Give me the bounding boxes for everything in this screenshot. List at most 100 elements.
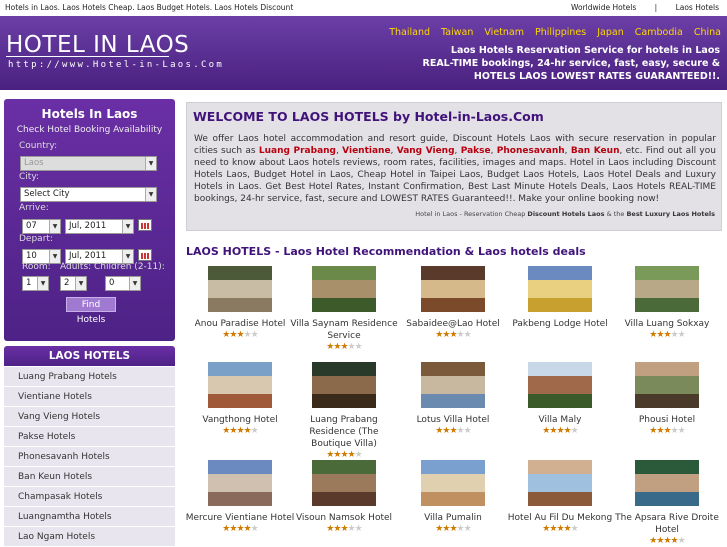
booking-title: Hotels In Laos: [41, 107, 138, 121]
room-select[interactable]: 1 ▼: [22, 276, 49, 291]
hotel-photo[interactable]: [312, 266, 376, 312]
city-link-pakse[interactable]: Pakse: [461, 146, 491, 156]
country-link-vietnam[interactable]: Vietnam: [484, 27, 524, 38]
hotel-name[interactable]: Sabaidee@Lao Hotel: [398, 318, 508, 330]
sidebar-item-phonesavanh[interactable]: Phonesavanh Hotels: [4, 446, 175, 466]
sidebar-item-vientiane[interactable]: Vientiane Hotels: [4, 386, 175, 406]
sidebar-item-lao-ngam[interactable]: Lao Ngam Hotels: [4, 526, 175, 546]
country-link-thailand[interactable]: Thailand: [389, 27, 430, 38]
city-link-vientiane[interactable]: Vientiane: [342, 146, 390, 156]
star-icon: ★: [456, 524, 465, 534]
hotel-name[interactable]: Luang Prabang Residence (The Boutique Vi…: [289, 414, 399, 450]
country-link-philippines[interactable]: Philippines: [535, 27, 586, 38]
star-icon: ★: [243, 524, 252, 534]
city-link-vang-vieng[interactable]: Vang Vieng: [397, 146, 455, 156]
top-keyword-bar: Hotels in Laos. Laos Hotels Cheap. Laos …: [0, 0, 727, 16]
arrive-month-value: Jul, 2011: [69, 221, 107, 231]
hotel-photo[interactable]: [635, 362, 699, 408]
hotel-card[interactable]: Vangthong Hotel ★★★★★: [185, 362, 295, 436]
star-rating: ★★★★★: [289, 450, 399, 460]
children-value: 0: [109, 278, 115, 288]
hotel-photo[interactable]: [528, 266, 592, 312]
hotel-photo[interactable]: [421, 460, 485, 506]
hotel-card[interactable]: Villa Luang Sokxay ★★★★★: [612, 266, 722, 340]
sidebar-item-ban-keun[interactable]: Ban Keun Hotels: [4, 466, 175, 486]
find-hotels-button[interactable]: Find Hotels: [66, 297, 116, 325]
worldwide-hotels-link[interactable]: Worldwide Hotels: [571, 3, 636, 12]
footer-text-b[interactable]: Discount Hotels Laos: [527, 210, 604, 218]
children-select[interactable]: 0 ▼: [105, 276, 141, 291]
city-link-ban-keun[interactable]: Ban Keun: [571, 146, 620, 156]
hotel-photo[interactable]: [312, 362, 376, 408]
hotel-photo[interactable]: [635, 460, 699, 506]
adults-label: Adults:: [60, 262, 92, 272]
hotel-name[interactable]: Mercure Vientiane Hotel: [185, 512, 295, 524]
sidebar-item-luang-prabang[interactable]: Luang Prabang Hotels: [4, 366, 175, 386]
hotel-card[interactable]: Anou Paradise Hotel ★★★★★: [185, 266, 295, 340]
welcome-box: WELCOME TO LAOS HOTELS by Hotel-in-Laos.…: [186, 102, 722, 231]
chevron-down-icon: ▼: [145, 157, 156, 170]
site-logo[interactable]: HOTEL IN LAOS: [6, 32, 189, 58]
hotel-name[interactable]: Lotus Villa Hotel: [398, 414, 508, 426]
hotel-card[interactable]: Pakbeng Lodge Hotel: [505, 266, 615, 330]
hotel-photo[interactable]: [421, 362, 485, 408]
booking-subtitle: Check Hotel Booking Availability: [16, 125, 163, 135]
hotel-card[interactable]: The Apsara Rive Droite Hotel ★★★★★: [612, 460, 722, 546]
star-icon: ★: [236, 330, 244, 340]
hotel-name[interactable]: Vangthong Hotel: [185, 414, 295, 426]
city-link-phonesavanh[interactable]: Phonesavanh: [497, 146, 565, 156]
hotel-photo[interactable]: [312, 460, 376, 506]
hotel-card[interactable]: Villa Pumalin ★★★★★: [398, 460, 508, 534]
footer-text-d[interactable]: Best Luxury Laos Hotels: [626, 210, 715, 218]
hotel-photo[interactable]: [421, 266, 485, 312]
adults-select[interactable]: 2 ▼: [60, 276, 87, 291]
hotel-card[interactable]: Sabaidee@Lao Hotel ★★★★★: [398, 266, 508, 340]
city-link-luang-prabang[interactable]: Luang Prabang: [259, 146, 336, 156]
calendar-icon[interactable]: [138, 219, 152, 231]
sidebar-item-champasak[interactable]: Champasak Hotels: [4, 486, 175, 506]
country-link-taiwan[interactable]: Taiwan: [441, 27, 473, 38]
country-select[interactable]: Laos ▼: [20, 156, 157, 171]
laos-hotels-link[interactable]: Laos Hotels: [676, 3, 719, 12]
country-label: Country:: [19, 141, 58, 151]
arrive-month-select[interactable]: Jul, 2011 ▼: [65, 219, 134, 234]
hotel-card[interactable]: Luang Prabang Residence (The Boutique Vi…: [289, 362, 399, 460]
hotel-name[interactable]: Phousi Hotel: [612, 414, 722, 426]
hotel-name[interactable]: Villa Maly: [505, 414, 615, 426]
hotel-name[interactable]: Hotel Au Fil Du Mekong: [505, 512, 615, 524]
hotel-name[interactable]: Villa Pumalin: [398, 512, 508, 524]
hotel-card[interactable]: Visoun Namsok Hotel ★★★★★: [289, 460, 399, 534]
hotel-card[interactable]: Villa Saynam Residence Service ★★★★★: [289, 266, 399, 352]
star-icon: ★: [663, 426, 671, 436]
hotel-photo[interactable]: [528, 362, 592, 408]
arrive-day-select[interactable]: 07 ▼: [22, 219, 61, 234]
country-link-china[interactable]: China: [694, 27, 721, 38]
hotel-card[interactable]: Phousi Hotel ★★★★★: [612, 362, 722, 436]
calendar-icon[interactable]: [138, 249, 152, 261]
hotel-photo[interactable]: [208, 362, 272, 408]
hotel-name[interactable]: Anou Paradise Hotel: [185, 318, 295, 330]
sidebar-item-vang-vieng[interactable]: Vang Vieng Hotels: [4, 406, 175, 426]
country-link-cambodia[interactable]: Cambodia: [635, 27, 683, 38]
chevron-down-icon: ▼: [145, 188, 156, 201]
hotel-name[interactable]: Villa Luang Sokxay: [612, 318, 722, 330]
hotel-name[interactable]: Pakbeng Lodge Hotel: [505, 318, 615, 330]
star-icon: ★: [236, 426, 244, 436]
hotel-photo[interactable]: [528, 460, 592, 506]
hotel-name[interactable]: The Apsara Rive Droite Hotel: [612, 512, 722, 536]
country-link-japan[interactable]: Japan: [597, 27, 624, 38]
hotel-card[interactable]: Mercure Vientiane Hotel ★★★★★: [185, 460, 295, 534]
star-icon: ★: [570, 426, 579, 436]
star-icon: ★: [563, 524, 572, 534]
hotel-photo[interactable]: [208, 266, 272, 312]
city-select[interactable]: Select City ▼: [20, 187, 157, 202]
sidebar-item-luangnamtha[interactable]: Luangnamtha Hotels: [4, 506, 175, 526]
hotel-name[interactable]: Visoun Namsok Hotel: [289, 512, 399, 524]
sidebar-item-pakse[interactable]: Pakse Hotels: [4, 426, 175, 446]
hotel-name[interactable]: Villa Saynam Residence Service: [289, 318, 399, 342]
hotel-card[interactable]: Villa Maly ★★★★★: [505, 362, 615, 436]
hotel-photo[interactable]: [208, 460, 272, 506]
hotel-card[interactable]: Hotel Au Fil Du Mekong ★★★★★: [505, 460, 615, 534]
hotel-photo[interactable]: [635, 266, 699, 312]
hotel-card[interactable]: Lotus Villa Hotel ★★★★★: [398, 362, 508, 436]
